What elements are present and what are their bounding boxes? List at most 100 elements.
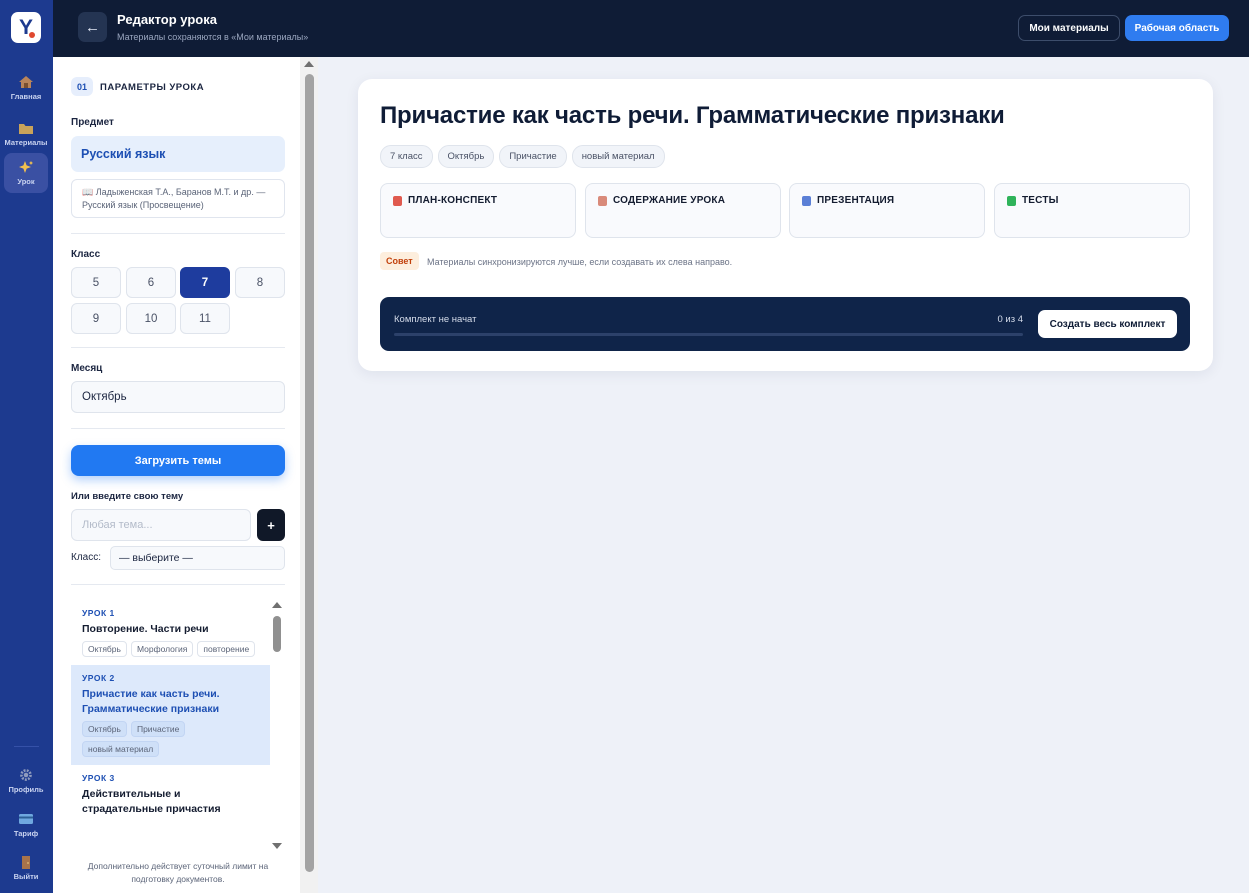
grade-button-10[interactable]: 10	[126, 303, 176, 334]
lesson-item-selected[interactable]: УРОК 2 Причастие как часть речи. Граммат…	[71, 665, 270, 765]
tile-label: СОДЕРЖАНИЕ УРОКА	[613, 195, 726, 206]
lesson-tag: повторение	[197, 641, 256, 657]
lesson-params-panel: 01 ПАРАМЕТРЫ УРОКА Предмет Русский язык …	[53, 57, 300, 893]
nav-rail: Y Главная Материалы Урок Профиль Тариф В…	[0, 0, 53, 893]
month-select[interactable]: Октябрь	[71, 381, 285, 413]
tile-label: ПРЕЗЕНТАЦИЯ	[817, 195, 895, 206]
rail-label: Материалы	[4, 138, 48, 147]
kit-count: 0 из 4	[997, 314, 1023, 325]
rail-item-lesson[interactable]: Урок	[4, 153, 48, 193]
lessons-scroll-down[interactable]	[272, 843, 282, 849]
lesson-tags: Октябрь Морфология повторение	[82, 641, 259, 657]
divider	[71, 428, 285, 429]
subject-select[interactable]: Русский язык	[71, 136, 285, 172]
kit-progress-bar	[394, 333, 1023, 336]
rail-label: Главная	[10, 92, 42, 101]
step-number: 01	[71, 77, 93, 96]
grade-button-5[interactable]: 5	[71, 267, 121, 298]
load-topics-button[interactable]: Загрузить темы	[71, 445, 285, 476]
class-select[interactable]: — выберите —	[110, 546, 285, 570]
subject-label: Предмет	[71, 117, 114, 128]
grade-button-8[interactable]: 8	[235, 267, 285, 298]
rail-label: Тариф	[13, 829, 39, 838]
own-topic-input[interactable]	[71, 509, 251, 541]
rail-item-home[interactable]: Главная	[4, 68, 48, 108]
gear-icon	[20, 769, 32, 781]
lesson-tags: Октябрь Причастие новый материал	[82, 721, 259, 757]
lesson-chips: 7 класс Октябрь Причастие новый материал	[380, 145, 665, 168]
logo-dot	[29, 32, 35, 38]
tile-presentation[interactable]: ПРЕЗЕНТАЦИЯ	[789, 183, 985, 238]
kit-progress-panel: Комплект не начат 0 из 4 Создать весь ко…	[380, 297, 1190, 351]
lesson-number: УРОК 3	[82, 773, 115, 783]
my-materials-button[interactable]: Мои материалы	[1018, 15, 1120, 41]
divider	[71, 347, 285, 348]
grade-button-11[interactable]: 11	[180, 303, 230, 334]
divider	[71, 233, 285, 234]
app-logo[interactable]: Y	[11, 12, 41, 43]
lessons-list: УРОК 1 Повторение. Части речи Октябрь Мо…	[71, 600, 270, 856]
limit-note: Дополнительно действует суточный лимит н…	[87, 861, 269, 884]
credit-card-icon	[19, 814, 33, 824]
lesson-title: Причастие как часть речи. Грамматические…	[82, 688, 220, 715]
create-kit-button[interactable]: Создать весь комплект	[1038, 310, 1177, 338]
rail-divider	[14, 746, 39, 747]
check-icon	[1007, 196, 1016, 206]
tip-badge: Совет	[380, 252, 419, 270]
lesson-tag: новый материал	[82, 741, 160, 757]
tile-tests[interactable]: ТЕСТЫ	[994, 183, 1190, 238]
page-subtitle: Материалы сохраняются в «Мои материалы»	[117, 32, 309, 42]
panel-scrollbar[interactable]	[305, 74, 314, 872]
month-label: Месяц	[71, 363, 103, 374]
tile-label: ТЕСТЫ	[1022, 195, 1059, 206]
own-topic-label: Или введите свою тему	[71, 491, 184, 502]
lesson-card: Причастие как часть речи. Грамматические…	[358, 79, 1213, 371]
lesson-item[interactable]: УРОК 1 Повторение. Части речи Октябрь Мо…	[71, 600, 270, 665]
lesson-tag: Морфология	[130, 641, 194, 657]
rail-item-materials[interactable]: Материалы	[4, 114, 48, 154]
rail-label: Профиль	[8, 785, 44, 794]
class-label: Класс:	[71, 552, 101, 563]
rail-item-profile[interactable]: Профиль	[4, 761, 48, 801]
workspace-button[interactable]: Рабочая область	[1125, 15, 1229, 41]
chip-topic: Причастие	[499, 145, 567, 168]
lessons-scrollbar[interactable]	[273, 616, 281, 652]
rail-item-tariff[interactable]: Тариф	[4, 805, 48, 845]
chip-grade: 7 класс	[380, 145, 433, 168]
lesson-title: Действительные и страдательные причастия	[82, 788, 221, 815]
bar-chart-icon	[802, 196, 811, 206]
document-icon	[393, 196, 402, 206]
home-icon	[19, 76, 33, 88]
top-header: ← Редактор урока Материалы сохраняются в…	[53, 0, 1249, 57]
tile-lesson-plan[interactable]: ПЛАН-КОНСПЕКТ	[380, 183, 576, 238]
sparkles-icon	[19, 161, 33, 173]
book-icon	[598, 196, 607, 206]
kit-status: Комплект не начат	[394, 314, 477, 325]
chip-type: новый материал	[571, 145, 665, 168]
door-icon	[22, 856, 30, 869]
rail-item-logout[interactable]: Выйти	[4, 848, 48, 888]
lesson-tag: Причастие	[130, 721, 186, 737]
chip-month: Октябрь	[437, 145, 495, 168]
panel-scroll-up[interactable]	[304, 61, 314, 67]
lesson-number: УРОК 2	[82, 673, 115, 683]
grade-button-9[interactable]: 9	[71, 303, 121, 334]
lesson-heading: Причастие как часть речи. Грамматические…	[380, 102, 1005, 129]
grade-button-7[interactable]: 7	[180, 267, 230, 298]
lesson-title: Повторение. Части речи	[82, 623, 209, 635]
lesson-number: УРОК 1	[82, 608, 115, 618]
tile-label: ПЛАН-КОНСПЕКТ	[408, 195, 498, 206]
page-title: Редактор урока	[117, 12, 217, 27]
params-title: ПАРАМЕТРЫ УРОКА	[100, 82, 205, 93]
lessons-scroll-up[interactable]	[272, 602, 282, 608]
arrow-left-icon: ←	[85, 18, 100, 36]
tile-lesson-content[interactable]: СОДЕРЖАНИЕ УРОКА	[585, 183, 781, 238]
divider	[71, 584, 285, 585]
add-topic-button[interactable]: +	[257, 509, 285, 541]
lesson-item[interactable]: УРОК 3 Действительные и страдательные пр…	[71, 765, 270, 829]
back-button[interactable]: ←	[78, 12, 107, 42]
grade-label: Класс	[71, 249, 101, 260]
tip-text: Материалы синхронизируются лучше, если с…	[427, 257, 733, 267]
grade-button-6[interactable]: 6	[126, 267, 176, 298]
lesson-tag: Октябрь	[82, 721, 127, 737]
